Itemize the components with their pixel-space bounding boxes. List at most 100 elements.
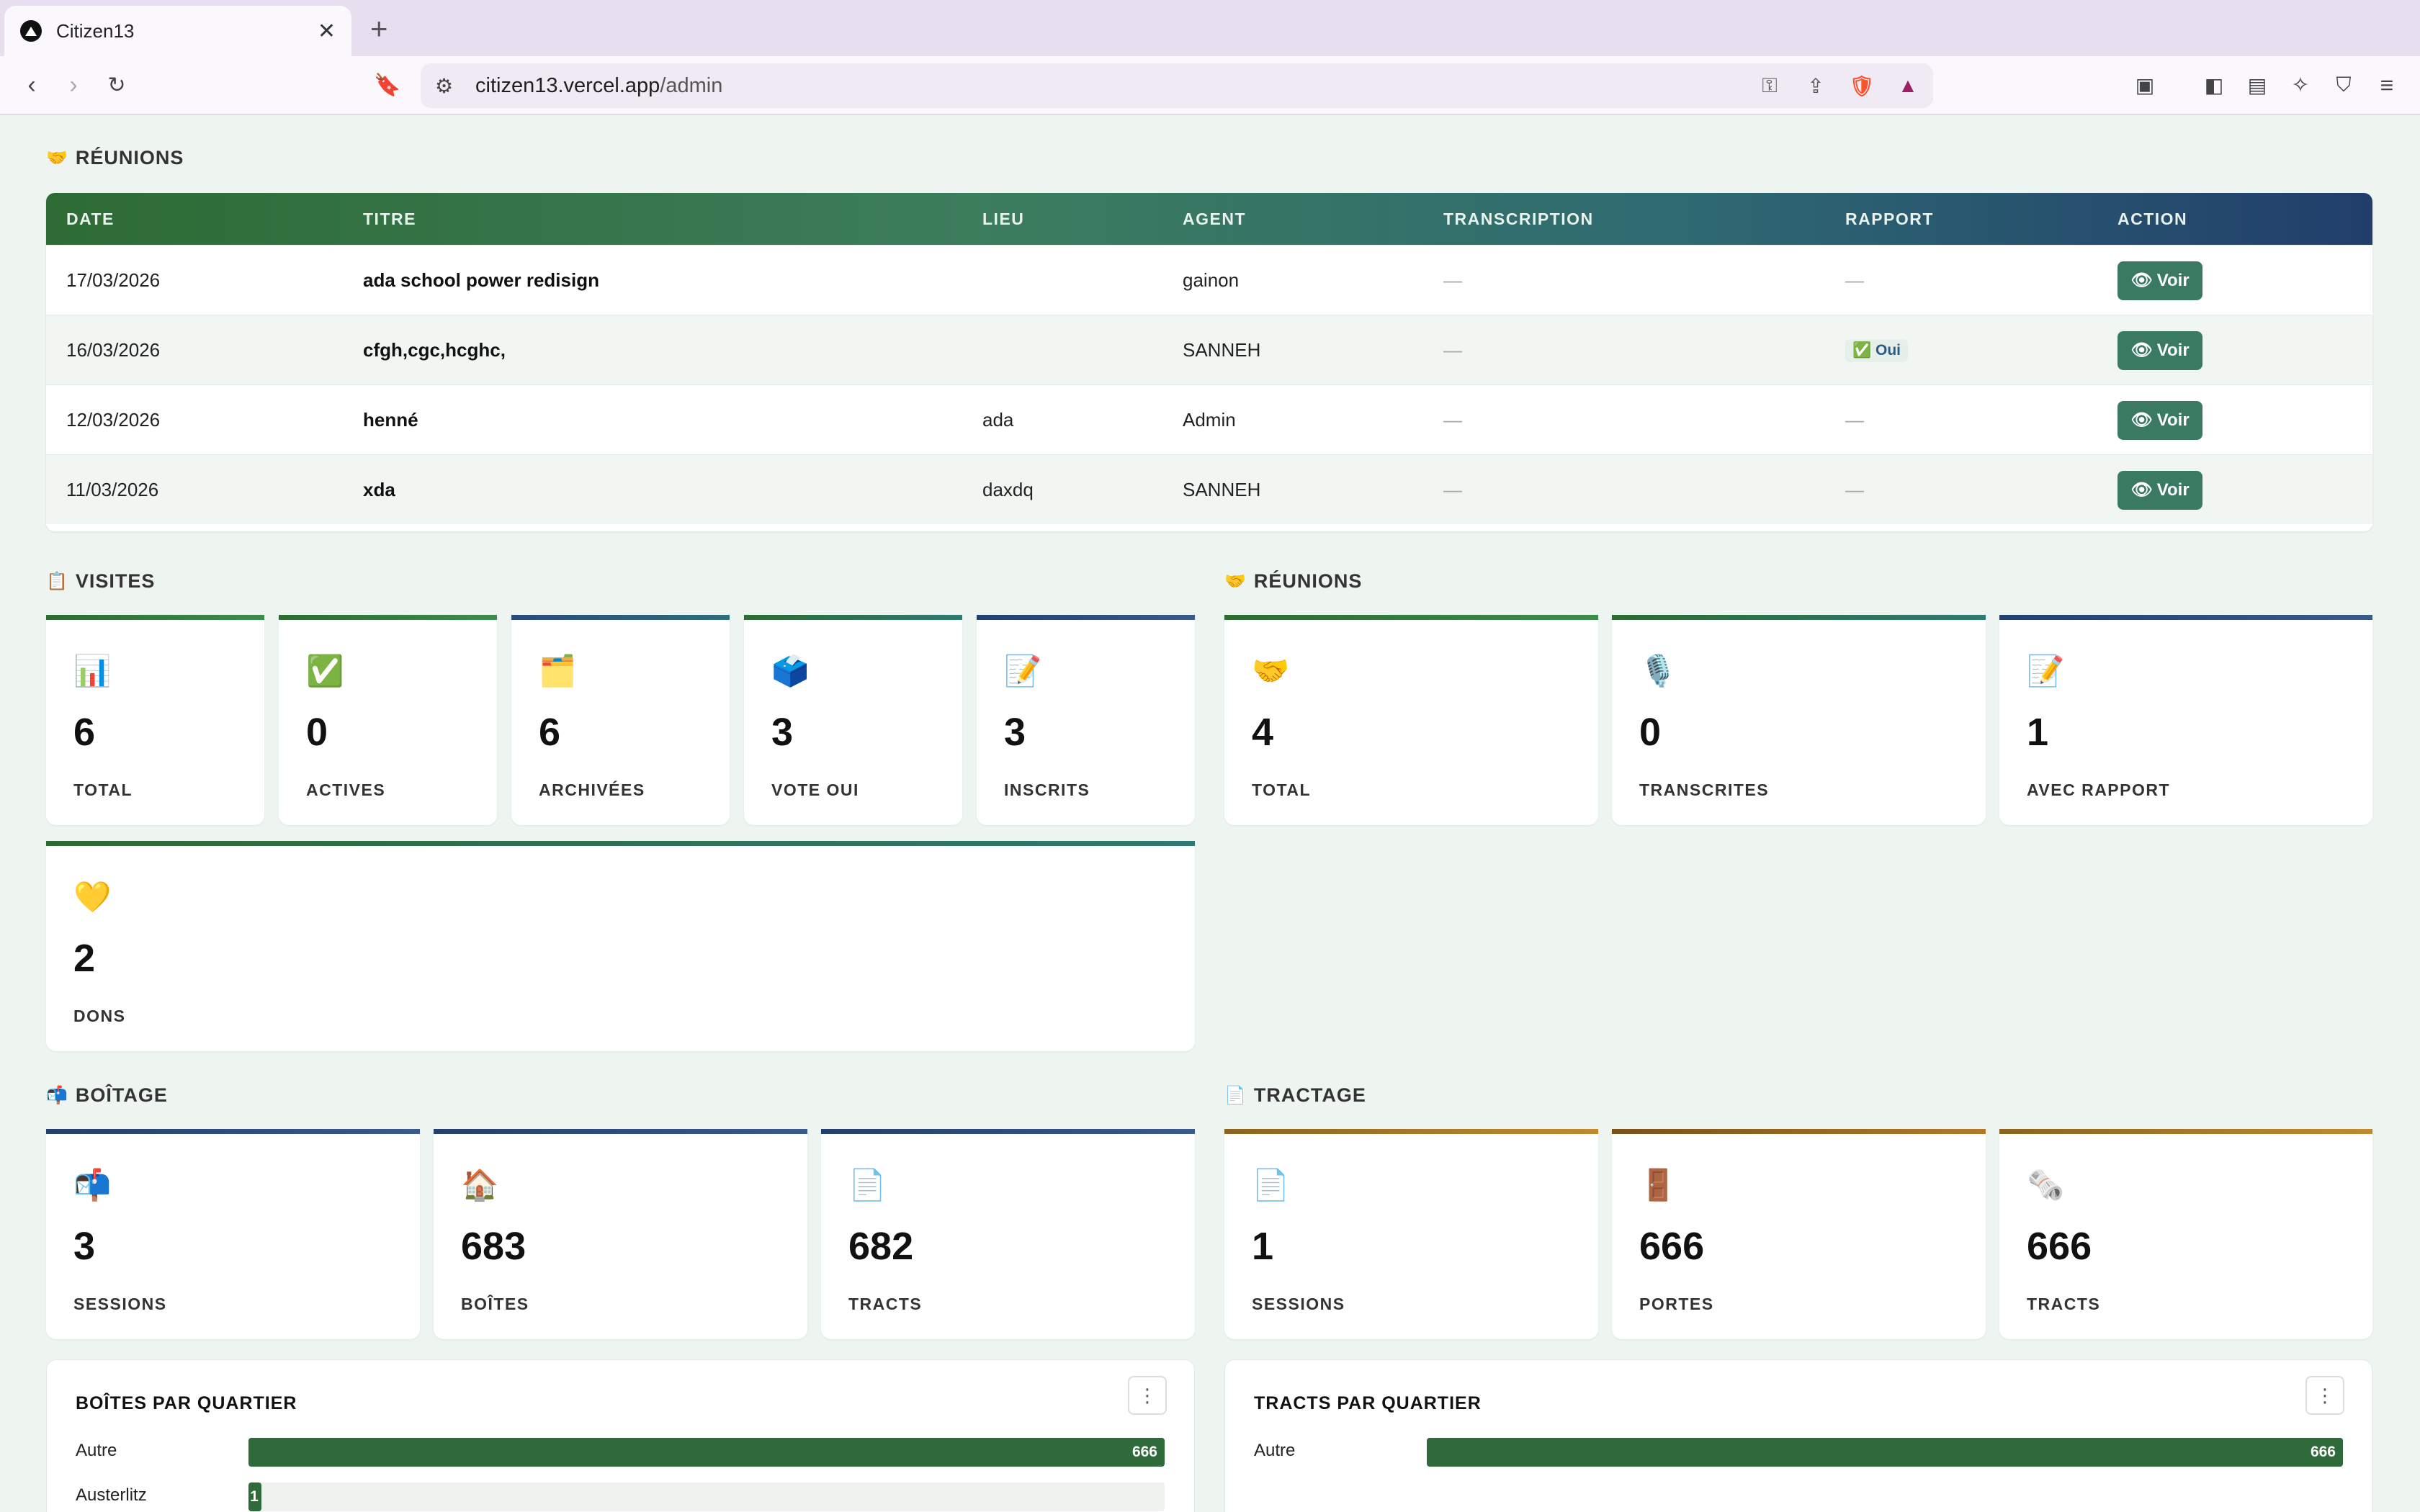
stat-value: 3 bbox=[771, 711, 794, 754]
browser-tab[interactable]: Citizen13 ✕ bbox=[4, 6, 351, 56]
voir-button[interactable]: 👁 Voir bbox=[2118, 261, 2202, 300]
chart-title: TRACTS PAR QUARTIER bbox=[1254, 1393, 1482, 1413]
brave-shields-icon[interactable]: 🛡 bbox=[1847, 71, 1877, 101]
bar-row: Autre 666 bbox=[1254, 1438, 2349, 1467]
stat-value: 3 bbox=[73, 1225, 96, 1268]
stat-card-tractage-sessions: 📄 1 SESSIONS bbox=[1224, 1129, 1598, 1339]
forward-icon[interactable]: › bbox=[58, 69, 89, 101]
col-action: ACTION bbox=[2118, 209, 2188, 228]
cell-agent: Admin bbox=[1183, 409, 1236, 431]
stat-card-visites-dons: 💛 2 DONS bbox=[46, 841, 1195, 1051]
stat-card-visites-inscrits: 📝 3 INSCRITS bbox=[977, 615, 1195, 825]
cell-titre: xda bbox=[363, 479, 395, 500]
cell-lieu: daxdq bbox=[982, 479, 1034, 500]
url-text: citizen13.vercel.app/admin bbox=[475, 73, 723, 97]
eye-icon: 👁 bbox=[2130, 271, 2153, 290]
voir-button[interactable]: 👁 Voir bbox=[2118, 330, 2202, 370]
stat-card-reunions-transcrites: 🎙️ 0 TRANSCRITES bbox=[1612, 615, 1986, 825]
bar: 666 bbox=[1427, 1438, 2343, 1467]
stat-card-reunions-avec-rapport: 📝 1 AVEC RAPPORT bbox=[1999, 615, 2372, 825]
bar-label: Autre bbox=[1254, 1441, 1296, 1460]
ballot-box-icon: 🗳️ bbox=[771, 654, 810, 688]
vpn-icon[interactable]: ⛉ bbox=[2328, 69, 2360, 101]
stat-card-boitage-tracts: 📄 682 TRACTS bbox=[821, 1129, 1195, 1339]
stat-label: TRACTS bbox=[848, 1295, 923, 1313]
bar-value-label: 1 bbox=[250, 1488, 259, 1505]
stat-label: ARCHIVÉES bbox=[539, 780, 645, 799]
reunions-stats-heading: 🤝 RÉUNIONS bbox=[1224, 570, 1363, 592]
stat-value: 0 bbox=[306, 711, 328, 754]
brave-rewards-icon[interactable]: ▲ bbox=[1893, 71, 1923, 101]
stat-card-tractage-tracts: 🗞️ 666 TRACTS bbox=[1999, 1129, 2372, 1339]
heart-icon: 💛 bbox=[73, 880, 112, 914]
share-icon[interactable]: ⇪ bbox=[1801, 71, 1831, 101]
cell-transcription: — bbox=[1443, 479, 1462, 500]
address-bar[interactable]: ⚙ citizen13.vercel.app/admin ⚿ ⇪ 🛡 ▲ bbox=[421, 63, 1933, 108]
stat-label: INSCRITS bbox=[1004, 780, 1090, 799]
bar-row: Austerlitz 1 bbox=[76, 1482, 1170, 1511]
voir-button[interactable]: 👁 Voir bbox=[2118, 470, 2202, 510]
bar-value-label: 666 bbox=[2310, 1444, 2336, 1460]
admin-page: 🤝 RÉUNIONS DATE TITRE LIEU AGENT TRANSCR… bbox=[0, 117, 2420, 1512]
more-options-icon[interactable]: ⋮ bbox=[2305, 1376, 2344, 1415]
stat-label: DONS bbox=[73, 1007, 126, 1025]
newspaper-icon: 🗞️ bbox=[2027, 1168, 2065, 1202]
reload-icon[interactable]: ↻ bbox=[101, 69, 133, 101]
bookmark-icon[interactable]: 🔖 bbox=[372, 69, 403, 101]
stat-label: ACTIVES bbox=[306, 780, 386, 799]
stat-value: 682 bbox=[848, 1225, 914, 1268]
mailbox-icon: 📬 bbox=[46, 1086, 68, 1105]
cell-date: 16/03/2026 bbox=[66, 339, 161, 361]
eye-icon: 👁 bbox=[2130, 410, 2153, 430]
microphone-icon: 🎙️ bbox=[1639, 654, 1677, 688]
stat-card-visites-total: 📊 6 TOTAL bbox=[46, 615, 264, 825]
eye-icon: 👁 bbox=[2130, 480, 2153, 500]
stat-label: SESSIONS bbox=[73, 1295, 167, 1313]
cell-transcription: — bbox=[1443, 409, 1462, 431]
stat-card-visites-vote-oui: 🗳️ 3 VOTE OUI bbox=[744, 615, 962, 825]
site-settings-icon[interactable]: ⚙ bbox=[435, 74, 464, 98]
reunions-table-heading: 🤝 RÉUNIONS bbox=[46, 147, 184, 168]
cell-date: 12/03/2026 bbox=[66, 409, 161, 431]
memo-icon: 📝 bbox=[1004, 654, 1042, 688]
stat-label: TOTAL bbox=[73, 780, 133, 799]
back-icon[interactable]: ‹ bbox=[16, 69, 48, 101]
voir-button[interactable]: 👁 Voir bbox=[2118, 400, 2202, 440]
reader-mode-icon[interactable]: ▣ bbox=[2129, 69, 2161, 101]
menu-icon[interactable]: ≡ bbox=[2371, 69, 2403, 101]
document-icon: 📄 bbox=[848, 1168, 887, 1202]
stat-value: 1 bbox=[1252, 1225, 1274, 1268]
bar-track: 1 bbox=[248, 1482, 1165, 1511]
bar-chart-icon: 📊 bbox=[73, 654, 112, 688]
leo-ai-icon[interactable]: ✧ bbox=[2285, 69, 2316, 101]
close-tab-icon[interactable]: ✕ bbox=[318, 19, 336, 44]
stat-value: 1 bbox=[2027, 711, 2049, 754]
table-row: 12/03/2026 henné ada Admin — — 👁 Voir bbox=[46, 384, 2372, 454]
cell-rapport: — bbox=[1845, 409, 1864, 431]
bar-track: 666 bbox=[1427, 1438, 2343, 1467]
stat-value: 683 bbox=[461, 1225, 526, 1268]
cell-transcription: — bbox=[1443, 269, 1462, 291]
bar-label: Austerlitz bbox=[76, 1485, 147, 1505]
table-row: 17/03/2026 ada school power redisign gai… bbox=[46, 245, 2372, 315]
stat-card-tractage-portes: 🚪 666 PORTES bbox=[1612, 1129, 1986, 1339]
key-icon[interactable]: ⚿ bbox=[1754, 71, 1785, 101]
document-icon: 📄 bbox=[1224, 1086, 1247, 1105]
cell-date: 17/03/2026 bbox=[66, 269, 161, 291]
eye-icon: 👁 bbox=[2130, 341, 2153, 360]
folder-icon: 🗂️ bbox=[539, 654, 577, 688]
cell-lieu: ada bbox=[982, 409, 1014, 431]
memo-icon: 📝 bbox=[2027, 654, 2065, 688]
stat-label: AVEC RAPPORT bbox=[2027, 780, 2171, 799]
stat-value: 3 bbox=[1004, 711, 1026, 754]
table-header: DATE TITRE LIEU AGENT TRANSCRIPTION RAPP… bbox=[46, 193, 2372, 245]
col-transcription: TRANSCRIPTION bbox=[1443, 209, 1594, 228]
wallet-icon[interactable]: ▤ bbox=[2241, 69, 2273, 101]
stat-value: 6 bbox=[73, 711, 96, 754]
new-tab-icon[interactable]: + bbox=[370, 12, 388, 46]
vercel-favicon-icon bbox=[20, 20, 42, 42]
more-options-icon[interactable]: ⋮ bbox=[1128, 1376, 1167, 1415]
cell-titre: cfgh,cgc,hcghc, bbox=[363, 339, 506, 361]
sidebar-icon[interactable]: ◧ bbox=[2198, 69, 2230, 101]
tracts-par-quartier-chart: TRACTS PAR QUARTIER ⋮ Autre 666 bbox=[1224, 1359, 2372, 1512]
